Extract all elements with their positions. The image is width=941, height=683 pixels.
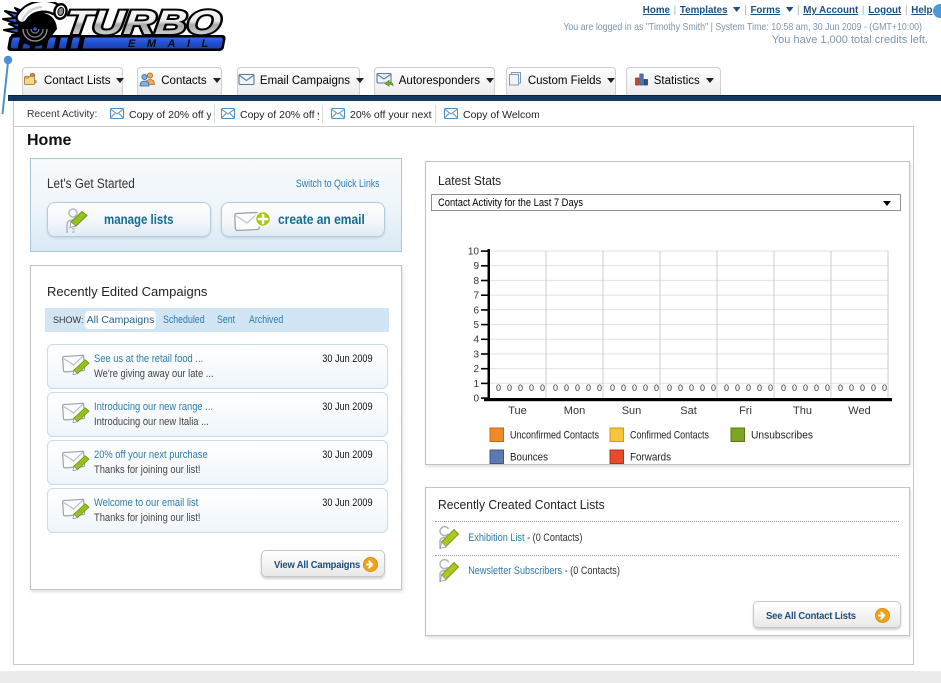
svg-text:0: 0 (586, 383, 591, 393)
svg-text:Confirmed Contacts: Confirmed Contacts (630, 430, 709, 442)
svg-text:0: 0 (575, 383, 580, 393)
svg-text:8: 8 (473, 276, 479, 287)
svg-text:6: 6 (473, 305, 479, 316)
svg-text:0: 0 (643, 383, 648, 393)
svg-text:4: 4 (473, 335, 479, 346)
svg-text:0: 0 (553, 383, 558, 393)
svg-text:0: 0 (849, 383, 854, 393)
svg-text:9: 9 (473, 261, 479, 272)
svg-text:0: 0 (518, 383, 523, 393)
svg-text:0: 0 (814, 383, 819, 393)
svg-text:3: 3 (473, 349, 479, 360)
svg-text:0: 0 (871, 383, 876, 393)
svg-text:0: 0 (597, 383, 602, 393)
svg-text:Mon: Mon (564, 405, 585, 417)
svg-text:0: 0 (882, 383, 887, 393)
svg-text:Wed: Wed (848, 405, 870, 417)
svg-text:0: 0 (540, 383, 545, 393)
svg-text:0: 0 (621, 383, 626, 393)
svg-text:Fri: Fri (739, 405, 752, 417)
svg-text:0: 0 (667, 383, 672, 393)
svg-text:10: 10 (468, 247, 480, 258)
svg-text:0: 0 (711, 383, 716, 393)
svg-text:Bounces: Bounces (510, 452, 548, 464)
svg-text:0: 0 (632, 383, 637, 393)
svg-text:0: 0 (792, 383, 797, 393)
svg-text:2: 2 (473, 364, 479, 375)
svg-text:0: 0 (838, 383, 843, 393)
svg-text:0: 0 (735, 383, 740, 393)
svg-text:0: 0 (689, 383, 694, 393)
svg-text:Forwards: Forwards (630, 452, 671, 464)
svg-text:0: 0 (700, 383, 705, 393)
svg-text:7: 7 (473, 291, 479, 302)
svg-text:0: 0 (678, 383, 683, 393)
svg-text:Tue: Tue (508, 405, 527, 417)
svg-text:0: 0 (529, 383, 534, 393)
svg-text:0: 0 (654, 383, 659, 393)
svg-text:5: 5 (473, 320, 479, 331)
svg-text:0: 0 (507, 383, 512, 393)
svg-text:0: 0 (746, 383, 751, 393)
svg-text:0: 0 (860, 383, 865, 393)
svg-text:0: 0 (473, 394, 479, 405)
svg-text:0: 0 (564, 383, 569, 393)
svg-text:0: 0 (610, 383, 615, 393)
svg-text:0: 0 (496, 383, 501, 393)
svg-text:Sat: Sat (680, 405, 697, 417)
svg-text:0: 0 (757, 383, 762, 393)
svg-text:0: 0 (825, 383, 830, 393)
svg-text:TURBO: TURBO (64, 4, 223, 42)
svg-text:Unconfirmed Contacts: Unconfirmed Contacts (510, 430, 599, 442)
svg-text:0: 0 (781, 383, 786, 393)
svg-text:Thu: Thu (793, 405, 812, 417)
svg-text:0: 0 (768, 383, 773, 393)
svg-text:0: 0 (724, 383, 729, 393)
svg-text:Unsubscribes: Unsubscribes (751, 430, 813, 442)
svg-text:0: 0 (803, 383, 808, 393)
svg-text:1: 1 (473, 379, 479, 390)
svg-text:Sun: Sun (622, 405, 642, 417)
